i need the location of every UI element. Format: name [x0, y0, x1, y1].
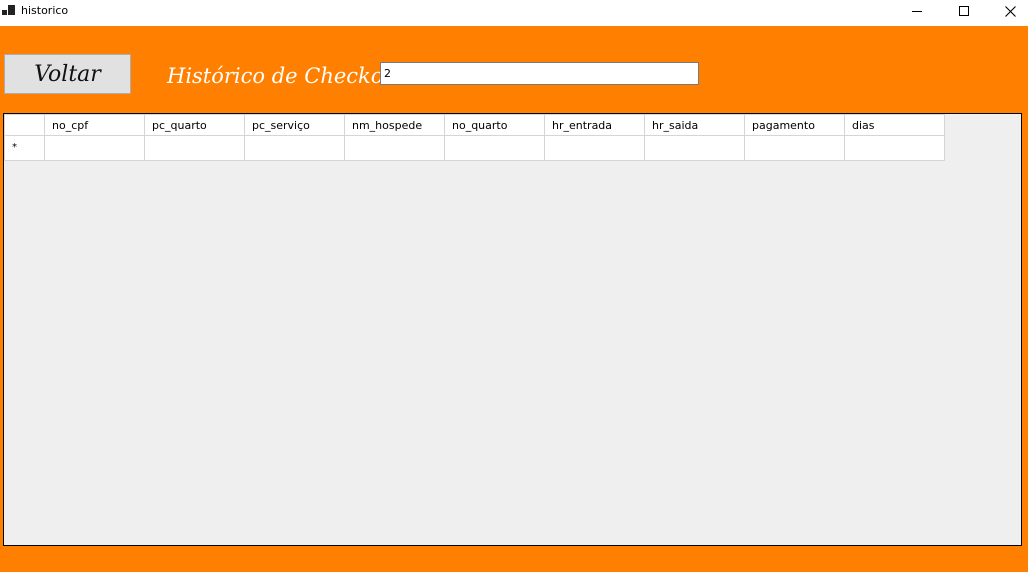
row-header-corner	[4, 114, 45, 136]
grid-header-row: no_cpf pc_quarto pc_serviço nm_hospede n…	[4, 114, 945, 136]
close-icon	[1004, 5, 1016, 17]
minimize-button[interactable]	[894, 0, 940, 26]
close-button[interactable]	[987, 0, 1028, 26]
checkout-history-grid[interactable]: no_cpf pc_quarto pc_serviço nm_hospede n…	[3, 113, 1022, 546]
column-header-no-cpf[interactable]: no_cpf	[44, 114, 145, 136]
new-row-cell-hr-entrada[interactable]	[544, 135, 645, 161]
new-row-cell-nm-hospede[interactable]	[344, 135, 445, 161]
app-window-icon	[2, 5, 16, 17]
column-header-dias[interactable]: dias	[844, 114, 945, 136]
maximize-icon	[959, 6, 969, 16]
back-button[interactable]: Voltar	[4, 54, 131, 94]
new-row-cell-pagamento[interactable]	[744, 135, 845, 161]
column-header-pc-servico[interactable]: pc_serviço	[244, 114, 345, 136]
column-header-hr-entrada[interactable]: hr_entrada	[544, 114, 645, 136]
grid-table: no_cpf pc_quarto pc_serviço nm_hospede n…	[4, 114, 945, 161]
new-row-marker: *	[12, 142, 17, 153]
new-row-header[interactable]: *	[4, 135, 45, 161]
new-row-cell-dias[interactable]	[844, 135, 945, 161]
column-header-hr-saida[interactable]: hr_saida	[644, 114, 745, 136]
new-row-cell-no-quarto[interactable]	[444, 135, 545, 161]
column-header-nm-hospede[interactable]: nm_hospede	[344, 114, 445, 136]
window-title: historico	[21, 4, 69, 17]
checkout-count-field[interactable]	[380, 62, 699, 85]
column-header-no-quarto[interactable]: no_quarto	[444, 114, 545, 136]
column-header-pc-quarto[interactable]: pc_quarto	[144, 114, 245, 136]
title-bar: historico	[0, 0, 1028, 26]
new-row[interactable]: *	[4, 135, 945, 161]
new-row-cell-pc-quarto[interactable]	[144, 135, 245, 161]
new-row-cell-no-cpf[interactable]	[44, 135, 145, 161]
column-header-pagamento[interactable]: pagamento	[744, 114, 845, 136]
new-row-cell-hr-saida[interactable]	[644, 135, 745, 161]
minimize-icon	[912, 10, 922, 12]
new-row-cell-pc-servico[interactable]	[244, 135, 345, 161]
maximize-button[interactable]	[941, 0, 987, 26]
form-body: Voltar Histórico de Checkouts: no_cpf pc…	[0, 26, 1028, 572]
